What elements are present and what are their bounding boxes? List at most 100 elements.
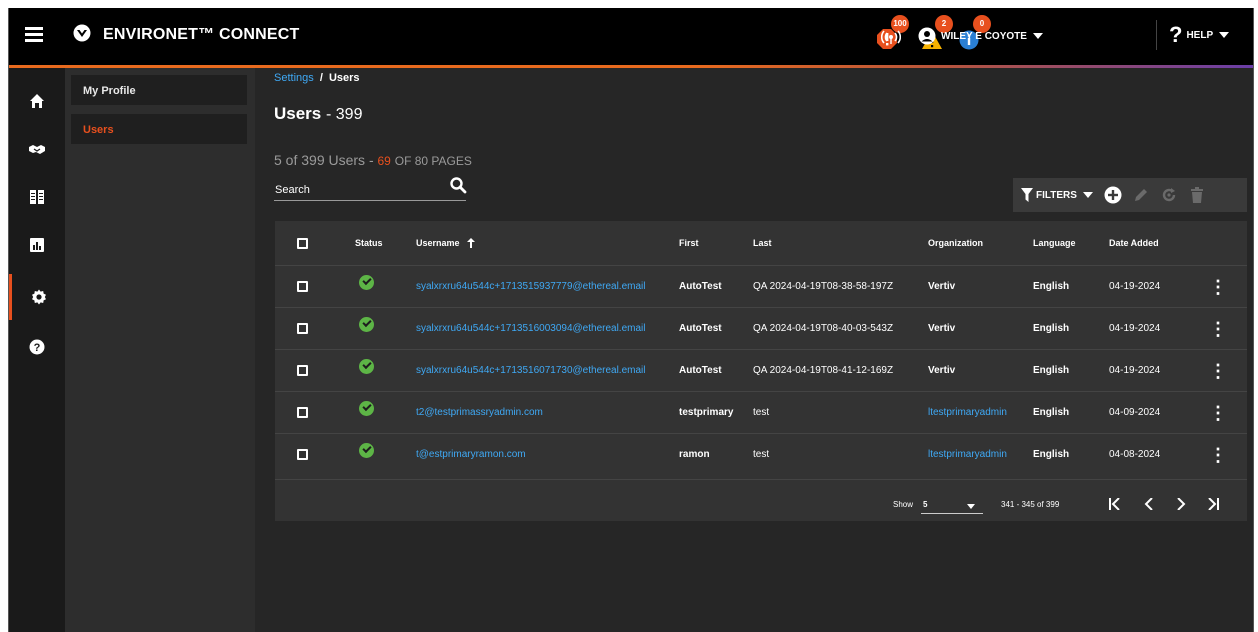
- last-page-button[interactable]: [1203, 494, 1223, 514]
- nav-settings[interactable]: [9, 274, 65, 320]
- filters-label: FILTERS: [1036, 189, 1077, 201]
- column-last[interactable]: Last: [753, 221, 772, 265]
- table-row[interactable]: syalxrxru64u544c+1713516071730@ethereal.…: [275, 349, 1247, 391]
- organization-link[interactable]: ltestprimaryadmin: [928, 434, 1007, 475]
- question-mark-icon: ?: [1169, 22, 1183, 47]
- column-date-added[interactable]: Date Added: [1109, 221, 1159, 265]
- first-name: AutoTest: [679, 281, 722, 292]
- settings-icon: [31, 289, 46, 305]
- last-name: QA 2024-04-19T08-41-12-169Z: [753, 365, 894, 376]
- username-link[interactable]: syalxrxru64u544c+1713516003094@ethereal.…: [416, 308, 645, 349]
- next-page-button[interactable]: [1171, 494, 1191, 514]
- nav-help[interactable]: ?: [9, 324, 65, 370]
- username-link[interactable]: t2@testprimassryadmin.com: [416, 392, 543, 433]
- last-name: test: [753, 407, 770, 418]
- reset-password-button[interactable]: [1155, 178, 1183, 212]
- user-name: WILEY E COYOTE: [941, 30, 1027, 42]
- table-row[interactable]: syalxrxru64u544c+1713515937779@ethereal.…: [275, 265, 1247, 307]
- status-ok-icon: [359, 401, 374, 416]
- filters-button[interactable]: FILTERS: [1013, 178, 1099, 212]
- nav-home[interactable]: [9, 78, 65, 124]
- row-actions-menu-icon[interactable]: ⋮: [1209, 266, 1227, 307]
- hamburger-menu-icon[interactable]: [25, 27, 43, 42]
- handshake-icon: [29, 145, 45, 154]
- nav-partners[interactable]: [9, 126, 65, 172]
- last-name: QA 2024-04-19T08-38-58-197Z: [753, 281, 894, 292]
- status-ok-icon: [359, 317, 374, 332]
- row-actions-menu-icon[interactable]: ⋮: [1209, 308, 1227, 349]
- column-first[interactable]: First: [679, 221, 699, 265]
- edit-user-button[interactable]: [1127, 178, 1155, 212]
- column-username[interactable]: Username: [416, 221, 476, 265]
- first-name: AutoTest: [679, 365, 722, 376]
- chevron-left-icon: [1144, 497, 1153, 511]
- column-organization[interactable]: Organization: [928, 221, 983, 265]
- username-link[interactable]: syalxrxru64u544c+1713515937779@ethereal.…: [416, 266, 645, 307]
- nav-inventory[interactable]: [9, 174, 65, 220]
- icon-sidebar: ?: [9, 68, 65, 632]
- language: English: [1033, 365, 1070, 376]
- home-icon: [30, 94, 44, 108]
- organization-link[interactable]: ltestprimaryadmin: [928, 392, 1007, 433]
- broadcast-icon[interactable]: [881, 30, 901, 44]
- status-ok-icon: [359, 443, 374, 458]
- page-title: Users - 399: [274, 104, 362, 124]
- table-header: Status Username First Last Organization …: [275, 221, 1247, 265]
- top-bar: ENVIRONET™ CONNECT 100 2 0 WILEY E COYOT…: [9, 8, 1253, 65]
- search-input[interactable]: Search: [275, 184, 310, 196]
- row-checkbox[interactable]: [297, 365, 308, 376]
- username-link[interactable]: t@estprimaryramon.com: [416, 434, 526, 475]
- last-name: QA 2024-04-19T08-40-03-543Z: [753, 323, 894, 334]
- row-checkbox[interactable]: [297, 281, 308, 292]
- select-all-checkbox[interactable]: [297, 237, 308, 249]
- breadcrumb-separator: /: [319, 72, 323, 84]
- row-actions-menu-icon[interactable]: ⋮: [1209, 350, 1227, 391]
- first-page-button[interactable]: [1105, 494, 1125, 514]
- divider: [1156, 20, 1157, 50]
- date-added: 04-19-2024: [1109, 323, 1161, 334]
- column-status[interactable]: Status: [355, 221, 383, 265]
- table-row[interactable]: t@estprimaryramon.com ramon test ltestpr…: [275, 433, 1247, 475]
- row-checkbox[interactable]: [297, 407, 308, 418]
- date-added: 04-08-2024: [1109, 449, 1161, 460]
- column-language[interactable]: Language: [1033, 221, 1076, 265]
- language: English: [1033, 281, 1070, 292]
- page-title-text: Users: [274, 104, 322, 123]
- chevron-down-icon: [1082, 192, 1093, 198]
- table-row[interactable]: t2@testprimassryadmin.com testprimary te…: [275, 391, 1247, 433]
- username-link[interactable]: syalxrxru64u544c+1713516071730@ethereal.…: [416, 350, 645, 391]
- last-name: test: [753, 449, 770, 460]
- nav-reports[interactable]: [9, 222, 65, 268]
- subnav-item-users[interactable]: Users: [71, 114, 247, 144]
- table-row[interactable]: syalxrxru64u544c+1713516003094@ethereal.…: [275, 307, 1247, 349]
- organization: Vertiv: [928, 323, 956, 334]
- chevron-down-icon: [1219, 32, 1230, 38]
- language: English: [1033, 323, 1070, 334]
- organization: Vertiv: [928, 365, 956, 376]
- user-menu[interactable]: WILEY E COYOTE: [918, 25, 1043, 47]
- row-actions-menu-icon[interactable]: ⋮: [1209, 392, 1227, 433]
- inventory-icon: [30, 190, 44, 204]
- delete-user-button[interactable]: [1183, 178, 1211, 212]
- breadcrumb-settings-link[interactable]: Settings: [274, 72, 314, 84]
- breadcrumb-current: Users: [328, 72, 360, 84]
- row-checkbox[interactable]: [297, 449, 308, 460]
- subnav-item-my-profile[interactable]: My Profile: [71, 75, 247, 105]
- app-window: ENVIRONET™ CONNECT 100 2 0 WILEY E COYOT…: [8, 8, 1254, 632]
- row-actions-menu-icon[interactable]: ⋮: [1209, 434, 1227, 475]
- date-added: 04-09-2024: [1109, 407, 1161, 418]
- add-user-button[interactable]: [1099, 178, 1127, 212]
- first-page-icon: [1109, 497, 1120, 511]
- previous-page-button[interactable]: [1139, 494, 1159, 514]
- settings-subnav: My Profile Users: [65, 68, 255, 632]
- page-size-select[interactable]: 5: [921, 494, 983, 514]
- language: English: [1033, 407, 1070, 418]
- row-checkbox[interactable]: [297, 323, 308, 334]
- reports-icon: [30, 238, 44, 252]
- show-label: Show: [893, 500, 914, 509]
- search-icon[interactable]: [449, 176, 467, 194]
- user-avatar-icon: [918, 27, 936, 45]
- vertiv-logo-icon: [73, 24, 91, 42]
- help-menu[interactable]: ? HELP: [1169, 22, 1230, 47]
- organization: Vertiv: [928, 281, 956, 292]
